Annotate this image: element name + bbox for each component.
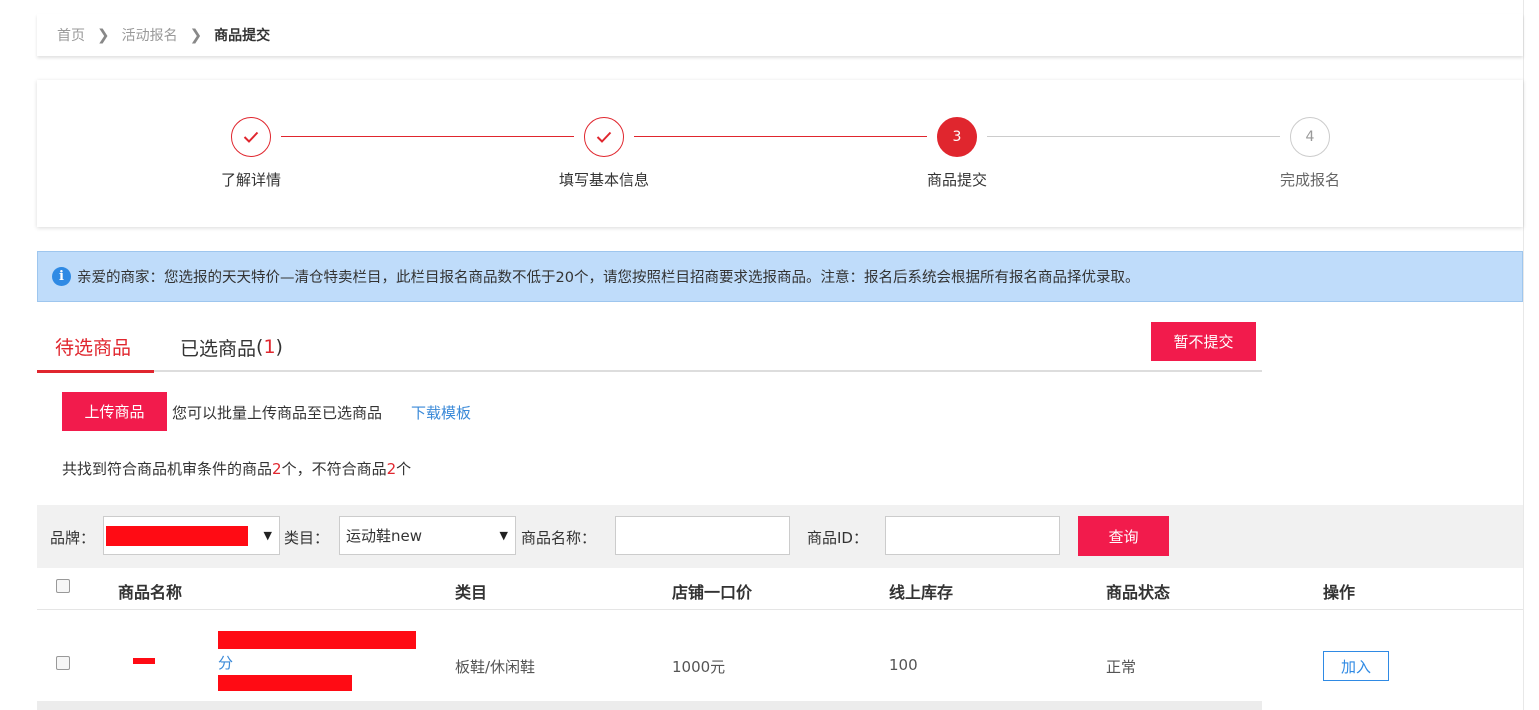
hold-submit-button[interactable]: 暂不提交 bbox=[1151, 322, 1256, 361]
result-suffix: 个 bbox=[396, 460, 412, 478]
row-category: 板鞋/休闲鞋 bbox=[455, 658, 536, 676]
step-connector bbox=[634, 136, 927, 137]
header-name: 商品名称 bbox=[118, 583, 183, 602]
chevron-right-icon: ❯ bbox=[189, 26, 203, 44]
notice-text: 亲爱的商家：您选报的天天特价—清仓特卖栏目，此栏目报名商品数不低于20个，请您按… bbox=[77, 270, 1140, 286]
row-status: 正常 bbox=[1106, 658, 1137, 676]
result-middle: 个，不符合商品 bbox=[281, 460, 387, 478]
product-thumbnail bbox=[133, 658, 155, 664]
step-2-label: 填写基本信息 bbox=[558, 171, 649, 189]
tab-pending-label: 待选商品 bbox=[55, 336, 132, 359]
header-category: 类目 bbox=[455, 583, 488, 602]
step-3-label: 商品提交 bbox=[926, 171, 987, 189]
name-label: 商品名称： bbox=[521, 529, 597, 547]
filter-bar: 品牌： ▼ 类目： 运动鞋new ▼ 商品名称： 商品ID： 查询 bbox=[37, 505, 1523, 568]
tab-pending[interactable]: 待选商品 bbox=[37, 322, 154, 373]
info-icon: i bbox=[52, 267, 71, 286]
step-connector bbox=[987, 136, 1280, 137]
tab-selected-label: 已选商品 bbox=[180, 337, 257, 360]
upload-hint: 您可以批量上传商品至已选商品 bbox=[172, 404, 383, 422]
breadcrumb: 首页 ❯ 活动报名 ❯ 商品提交 bbox=[37, 14, 1523, 56]
product-name-link[interactable]: 分 bbox=[218, 652, 233, 673]
row-stock: 100 bbox=[889, 656, 918, 674]
step-3-number: 3 bbox=[937, 117, 977, 157]
product-tabs: 待选商品 已选商品(1) bbox=[37, 322, 1262, 373]
step-4-label: 完成报名 bbox=[1279, 171, 1340, 189]
result-summary: 共找到符合商品机审条件的商品2个，不符合商品2个 bbox=[62, 458, 411, 479]
redacted-product-id bbox=[218, 675, 352, 691]
breadcrumb-current: 商品提交 bbox=[214, 28, 271, 44]
row-checkbox[interactable] bbox=[56, 656, 70, 670]
step-connector bbox=[281, 136, 574, 137]
tab-count-close: ) bbox=[275, 336, 283, 358]
product-id-input[interactable] bbox=[885, 516, 1060, 555]
breadcrumb-activity[interactable]: 活动报名 bbox=[122, 25, 178, 45]
info-notice: i 亲爱的商家：您选报的天天特价—清仓特卖栏目，此栏目报名商品数不低于20个，请… bbox=[37, 251, 1523, 302]
product-name-input[interactable] bbox=[615, 516, 790, 555]
category-select[interactable]: 运动鞋new ▼ bbox=[339, 516, 516, 555]
download-template-link[interactable]: 下载模板 bbox=[411, 402, 471, 423]
progress-steps: 3 4 了解详情 填写基本信息 商品提交 完成报名 bbox=[37, 80, 1523, 227]
tab-count-open: ( bbox=[256, 336, 264, 358]
step-1-check-icon bbox=[231, 117, 271, 157]
caret-down-icon: ▼ bbox=[263, 529, 272, 542]
redacted-product-title bbox=[218, 631, 416, 649]
breadcrumb-home[interactable]: 首页 bbox=[57, 25, 85, 45]
header-action: 操作 bbox=[1323, 583, 1356, 602]
tab-selected-count: 1 bbox=[263, 336, 276, 358]
header-stock: 线上库存 bbox=[889, 583, 954, 602]
mismatch-count: 2 bbox=[386, 460, 397, 478]
caret-down-icon: ▼ bbox=[499, 529, 508, 542]
category-select-value: 运动鞋new bbox=[346, 527, 423, 545]
header-price: 店铺一口价 bbox=[672, 583, 753, 602]
upload-products-button[interactable]: 上传商品 bbox=[62, 392, 167, 431]
step-4-number: 4 bbox=[1290, 117, 1330, 157]
id-label: 商品ID： bbox=[807, 529, 868, 547]
table-header: 商品名称 类目 店铺一口价 线上库存 商品状态 操作 bbox=[37, 568, 1523, 610]
step-2-check-icon bbox=[584, 117, 624, 157]
header-status: 商品状态 bbox=[1106, 583, 1171, 602]
tab-selected[interactable]: 已选商品(1) bbox=[180, 322, 283, 372]
table-footer-strip bbox=[37, 701, 1262, 710]
page-right-border bbox=[1523, 0, 1524, 710]
table-row: 分 板鞋/休闲鞋 1000元 100 正常 加入 bbox=[37, 611, 1523, 701]
brand-label: 品牌： bbox=[50, 529, 96, 547]
category-label: 类目： bbox=[284, 529, 330, 547]
step-1-label: 了解详情 bbox=[220, 171, 281, 189]
row-price: 1000元 bbox=[672, 658, 726, 676]
chevron-right-icon: ❯ bbox=[97, 26, 110, 44]
query-button[interactable]: 查询 bbox=[1078, 516, 1169, 556]
result-prefix: 共找到符合商品机审条件的商品 bbox=[62, 460, 273, 478]
match-count: 2 bbox=[272, 460, 282, 478]
select-all-checkbox[interactable] bbox=[56, 579, 70, 593]
redacted-brand bbox=[106, 525, 248, 546]
add-product-button[interactable]: 加入 bbox=[1323, 651, 1389, 681]
brand-select[interactable]: ▼ bbox=[103, 516, 280, 555]
